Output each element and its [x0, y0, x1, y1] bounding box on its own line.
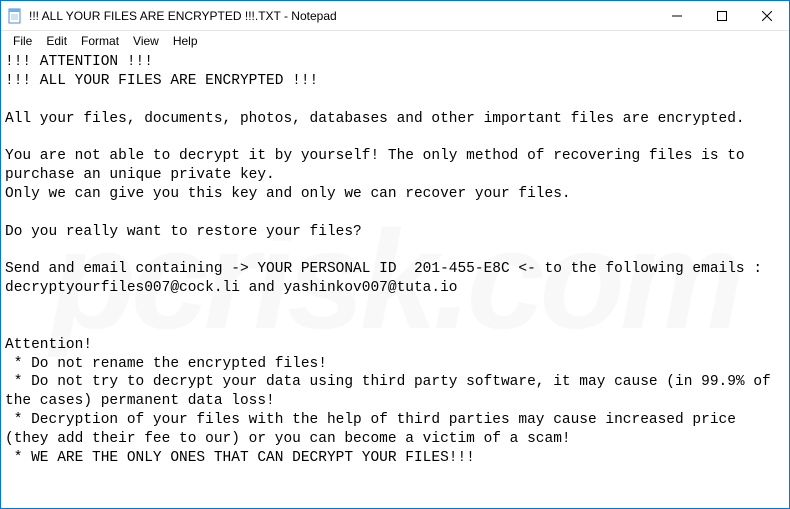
text-area[interactable]: !!! ATTENTION !!! !!! ALL YOUR FILES ARE… — [1, 51, 789, 508]
menu-file[interactable]: File — [7, 33, 38, 49]
close-button[interactable] — [744, 1, 789, 30]
window-controls — [654, 1, 789, 30]
notepad-icon — [7, 8, 23, 24]
menu-format[interactable]: Format — [75, 33, 125, 49]
window-title: !!! ALL YOUR FILES ARE ENCRYPTED !!!.TXT… — [29, 9, 337, 23]
menu-view[interactable]: View — [127, 33, 165, 49]
menu-edit[interactable]: Edit — [40, 33, 73, 49]
content-wrapper: pcrisk.com !!! ATTENTION !!! !!! ALL YOU… — [1, 51, 789, 508]
minimize-button[interactable] — [654, 1, 699, 30]
menu-help[interactable]: Help — [167, 33, 204, 49]
titlebar-left: !!! ALL YOUR FILES ARE ENCRYPTED !!!.TXT… — [7, 8, 337, 24]
menubar: File Edit Format View Help — [1, 31, 789, 51]
titlebar: !!! ALL YOUR FILES ARE ENCRYPTED !!!.TXT… — [1, 1, 789, 31]
maximize-button[interactable] — [699, 1, 744, 30]
